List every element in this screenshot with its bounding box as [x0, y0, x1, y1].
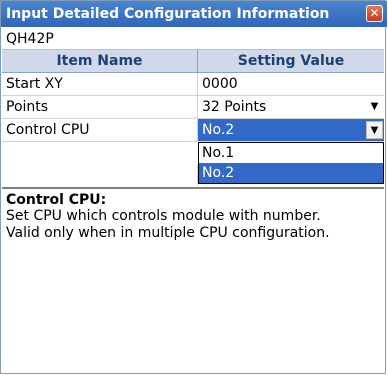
close-button[interactable]: ✕	[366, 5, 383, 22]
control-cpu-dropdown-list: No.1 No.2	[198, 142, 384, 184]
start-xy-value-cell[interactable]: 0000	[198, 73, 384, 95]
item-name-cell: Control CPU	[2, 119, 198, 141]
control-cpu-value: No.2	[202, 122, 235, 138]
close-icon: ✕	[369, 6, 380, 20]
header-item-name: Item Name	[2, 50, 198, 72]
window-title: Input Detailed Configuration Information	[6, 6, 330, 22]
description-panel: Control CPU: Set CPU which controls modu…	[2, 187, 384, 373]
empty-item-cell	[2, 164, 198, 186]
points-value: 32 Points	[202, 99, 267, 115]
table-row: Control CPU No.2 ▼	[2, 119, 384, 142]
title-bar: Input Detailed Configuration Information…	[1, 1, 387, 27]
table-row: Start XY 0000	[2, 73, 384, 96]
description-line: Valid only when in multiple CPU configur…	[6, 225, 330, 241]
chevron-down-icon[interactable]: ▼	[366, 98, 383, 116]
config-info-panel: Input Detailed Configuration Information…	[0, 0, 387, 374]
description-line: Set CPU which controls module with numbe…	[6, 208, 321, 224]
module-name: QH42P	[2, 28, 384, 50]
chevron-down-icon[interactable]: ▼	[366, 121, 383, 139]
dropdown-option-no2[interactable]: No.2	[199, 163, 383, 183]
points-select[interactable]: 32 Points ▼	[198, 96, 384, 118]
table-header-row: Item Name Setting Value	[2, 50, 384, 73]
settings-table: Item Name Setting Value Start XY 0000 Po…	[2, 50, 384, 142]
description-title: Control CPU:	[6, 192, 107, 208]
header-setting-value: Setting Value	[237, 53, 345, 69]
table-row: Points 32 Points ▼	[2, 96, 384, 119]
item-name-cell: Points	[2, 96, 198, 118]
control-cpu-select[interactable]: No.2 ▼	[198, 119, 384, 141]
dropdown-option-no1[interactable]: No.1	[199, 143, 383, 163]
item-name-cell: Start XY	[2, 73, 198, 95]
